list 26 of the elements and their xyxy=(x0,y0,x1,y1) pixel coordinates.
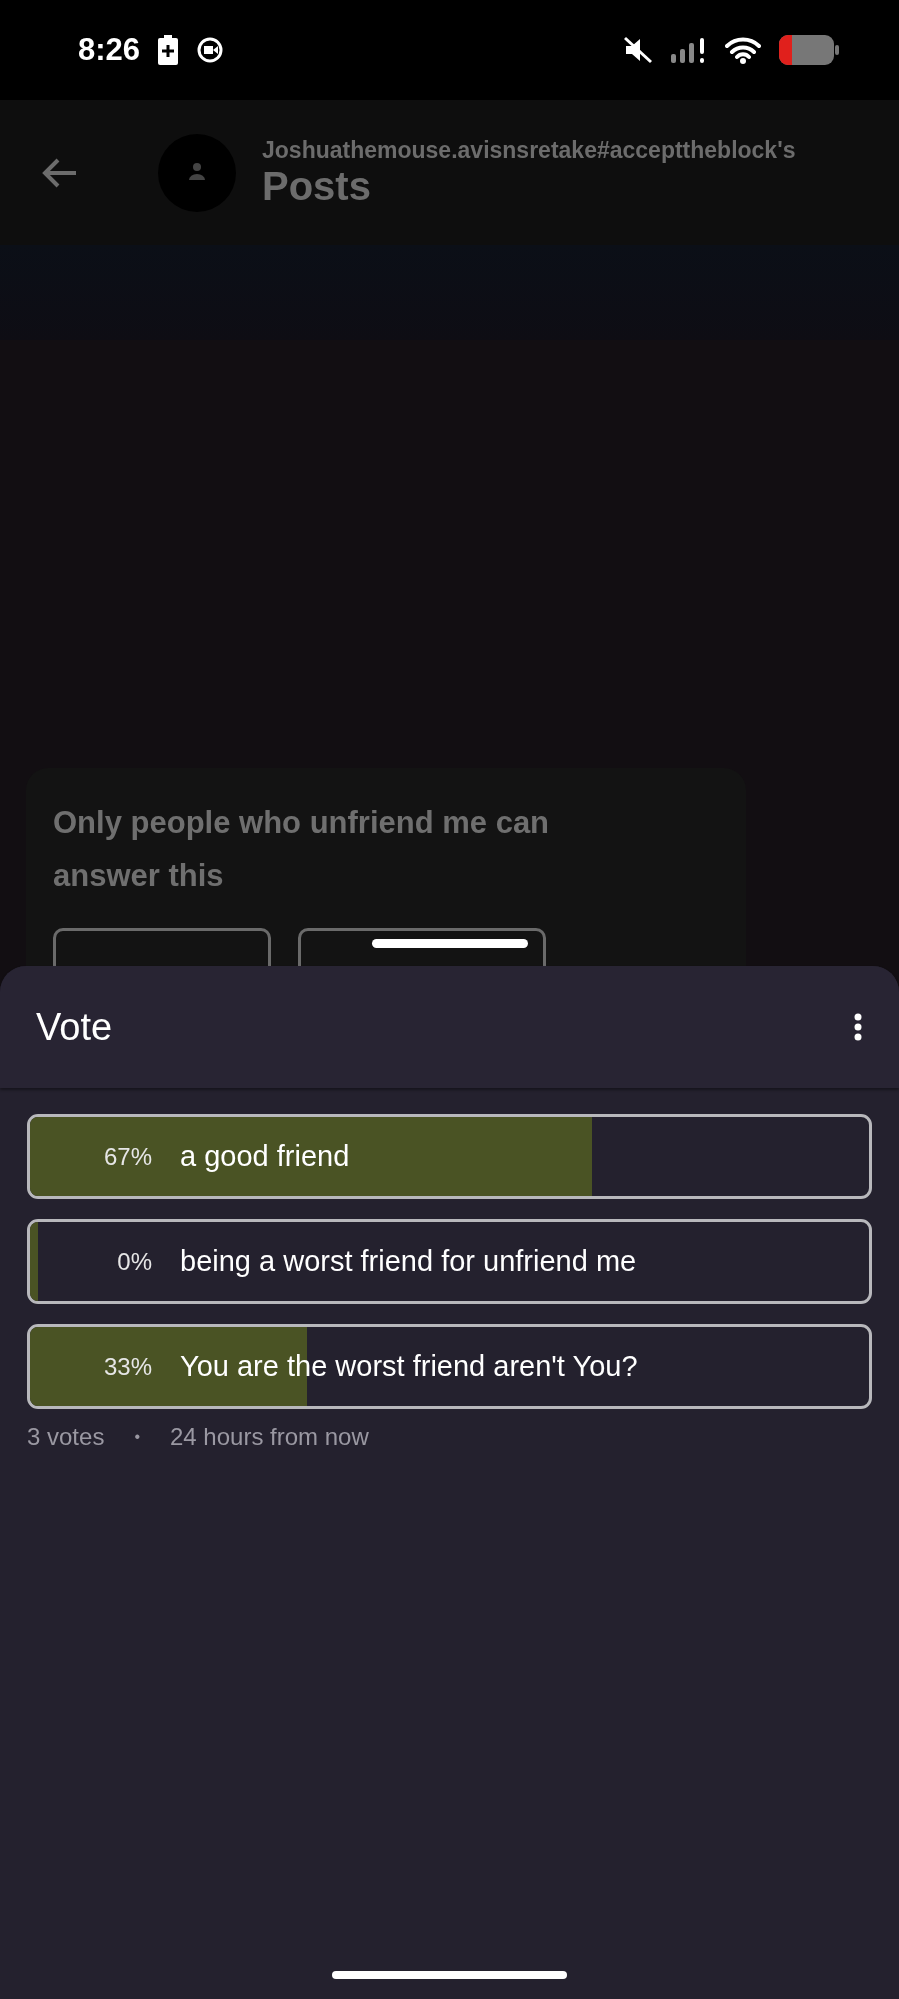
avatar-icon xyxy=(158,133,236,212)
time-remaining: 24 hours from now xyxy=(170,1423,369,1451)
signal-icon xyxy=(671,36,707,64)
screen-record-icon xyxy=(196,36,225,64)
sheet-title: Vote xyxy=(36,1005,114,1049)
option-label: You are the worst friend aren't You? xyxy=(180,1350,638,1383)
mute-icon xyxy=(623,36,653,64)
battery-low-icon xyxy=(779,35,839,65)
vote-count: 3 votes xyxy=(27,1423,105,1451)
option-percent: 67% xyxy=(102,1142,152,1171)
poll-option[interactable]: 0% being a worst friend for unfriend me xyxy=(27,1219,872,1304)
option-label: being a worst friend for unfriend me xyxy=(180,1245,637,1278)
post-text: Only people who unfriend me can answer this xyxy=(53,804,551,895)
more-options-icon[interactable] xyxy=(853,1013,863,1041)
header-subtitle: Joshuathemouse.avisnsretake#accepttheblock's xyxy=(262,136,796,164)
separator-dot: • xyxy=(134,1428,140,1446)
option-label: a good friend xyxy=(180,1140,350,1173)
battery-charging-icon xyxy=(158,35,179,65)
option-percent: 33% xyxy=(102,1352,152,1381)
option-percent: 0% xyxy=(116,1247,152,1276)
wifi-icon xyxy=(725,36,761,64)
header-title: Posts xyxy=(262,163,372,209)
status-time: 8:26 xyxy=(78,32,141,68)
poll-option[interactable]: 67% a good friend xyxy=(27,1114,872,1199)
drag-handle[interactable] xyxy=(372,939,528,948)
poll-option[interactable]: 33% You are the worst friend aren't You? xyxy=(27,1324,872,1409)
